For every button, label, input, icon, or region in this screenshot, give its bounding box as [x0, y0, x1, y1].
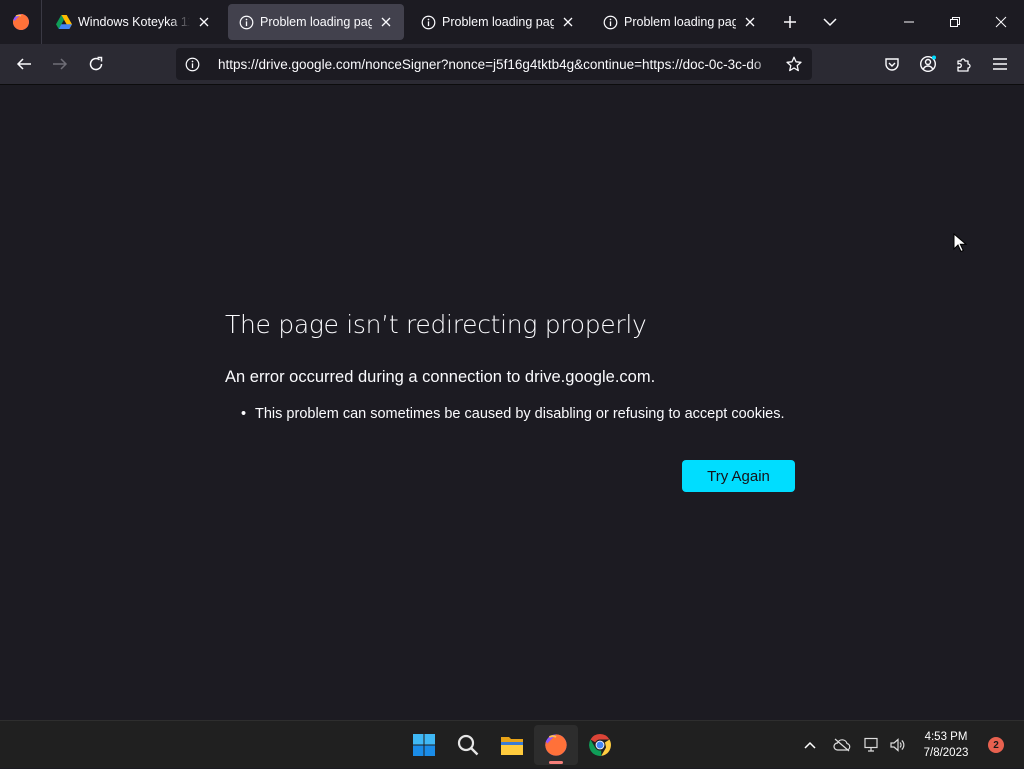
try-again-button[interactable]: Try Again: [682, 460, 795, 492]
speaker-icon: [890, 738, 905, 752]
toolbar-right-buttons: [874, 48, 1018, 80]
minimize-icon: [904, 21, 914, 23]
close-icon: [995, 16, 1007, 28]
restore-button[interactable]: [932, 0, 978, 44]
reload-icon: [89, 56, 103, 71]
info-icon: [238, 14, 254, 30]
bookmark-star-icon[interactable]: [784, 54, 804, 74]
close-icon[interactable]: [378, 14, 394, 30]
chevron-down-icon: [823, 18, 837, 27]
clock-date: 7/8/2023: [923, 747, 969, 759]
tab-label: Problem loading page: [260, 15, 372, 29]
error-description: An error occurred during a connection to…: [225, 368, 656, 386]
tab-label: Windows Koteyka 11 (K: [78, 15, 190, 29]
hamburger-menu-icon: [993, 58, 1007, 70]
search-icon: [457, 734, 479, 756]
error-title: The page isn’t redirecting properly: [225, 310, 647, 339]
firefox-taskbar-button[interactable]: [534, 725, 578, 765]
start-icon: [413, 734, 435, 756]
start-button[interactable]: [402, 721, 446, 769]
back-button[interactable]: [6, 48, 42, 80]
show-hidden-icons-button[interactable]: [794, 721, 826, 769]
extensions-button[interactable]: [946, 48, 982, 80]
plus-icon: [784, 16, 796, 28]
account-icon: [919, 55, 937, 73]
pocket-button[interactable]: [874, 48, 910, 80]
network-icon: [864, 737, 878, 752]
tab-google-drive[interactable]: Windows Koteyka 11 (K: [46, 4, 222, 40]
info-icon: [602, 14, 618, 30]
firefox-icon: [545, 734, 567, 756]
app-menu-button[interactable]: [982, 48, 1018, 80]
close-icon[interactable]: [560, 14, 576, 30]
error-page: The page isn’t redirecting properly An e…: [0, 85, 1024, 720]
mouse-cursor-icon: [953, 233, 967, 253]
firefox-view-button[interactable]: [0, 0, 42, 44]
google-drive-icon: [56, 14, 72, 30]
cloud-offline-icon: [833, 738, 851, 752]
error-suggestions: This problem can sometimes be caused by …: [241, 406, 785, 422]
forward-button[interactable]: [42, 48, 78, 80]
file-explorer-button[interactable]: [490, 721, 534, 769]
window-controls: [886, 0, 1024, 44]
close-window-button[interactable]: [978, 0, 1024, 44]
onedrive-tray-button[interactable]: [826, 721, 858, 769]
pocket-icon: [885, 58, 899, 71]
back-arrow-icon: [16, 58, 31, 70]
navigation-toolbar: https://drive.google.com/nonceSigner?non…: [0, 44, 1024, 85]
file-explorer-icon: [501, 737, 523, 755]
puzzle-piece-icon: [957, 58, 971, 72]
url-text[interactable]: https://drive.google.com/nonceSigner?non…: [218, 57, 778, 72]
minimize-button[interactable]: [886, 0, 932, 44]
address-bar[interactable]: https://drive.google.com/nonceSigner?non…: [176, 48, 812, 80]
taskbar-apps: [402, 721, 622, 769]
account-button[interactable]: [910, 48, 946, 80]
firefox-icon: [12, 14, 29, 30]
error-suggestion-item: This problem can sometimes be caused by …: [241, 406, 785, 422]
close-icon[interactable]: [196, 14, 212, 30]
new-tab-button[interactable]: [770, 0, 810, 44]
chevron-up-icon: [804, 741, 816, 749]
tab-strip: Windows Koteyka 11 (K Problem loading pa…: [0, 0, 1024, 44]
restore-icon: [950, 17, 960, 27]
site-info-icon[interactable]: [184, 56, 200, 72]
volume-tray-button[interactable]: [884, 721, 910, 769]
system-tray: 4:53 PM 7/8/2023 2: [794, 721, 1024, 769]
tab-label: Problem loading page: [442, 15, 554, 29]
taskbar: 4:53 PM 7/8/2023 2: [0, 720, 1024, 768]
tab-problem-loading-2[interactable]: Problem loading page: [410, 4, 586, 40]
forward-arrow-icon: [53, 58, 68, 70]
reload-button[interactable]: [78, 48, 114, 80]
close-icon[interactable]: [742, 14, 758, 30]
tab-label: Problem loading page: [624, 15, 736, 29]
list-all-tabs-button[interactable]: [810, 0, 850, 44]
chrome-taskbar-button[interactable]: [578, 721, 622, 769]
tab-problem-loading-3[interactable]: Problem loading page: [592, 4, 768, 40]
taskbar-clock[interactable]: 4:53 PM 7/8/2023: [914, 729, 978, 761]
search-button[interactable]: [446, 721, 490, 769]
network-tray-button[interactable]: [858, 721, 884, 769]
clock-time: 4:53 PM: [924, 731, 968, 743]
info-icon: [420, 14, 436, 30]
tab-problem-loading-1[interactable]: Problem loading page: [228, 4, 404, 40]
chrome-icon: [589, 734, 611, 756]
notification-badge[interactable]: 2: [988, 737, 1004, 753]
